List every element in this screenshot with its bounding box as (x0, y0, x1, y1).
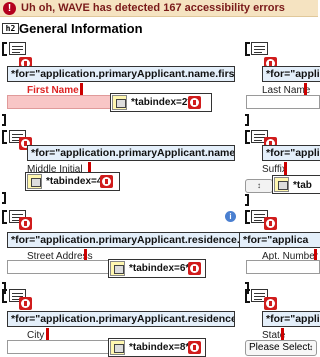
last-name-input[interactable] (246, 95, 320, 109)
keyboard-icon (110, 340, 125, 355)
structure-bracket-end (2, 114, 6, 126)
structure-bracket (2, 289, 7, 303)
structure-bracket (245, 42, 250, 56)
apt-number-input[interactable] (246, 260, 320, 274)
error-icon: ! (3, 2, 16, 15)
label-for-first-name: *for="application.primaryApplicant.name.… (7, 66, 235, 82)
wave-banner: ! Uh oh, WAVE has detected 167 accessibi… (0, 0, 318, 17)
label-for-last-name: *for="applica (262, 66, 320, 82)
structure-bracket (245, 289, 250, 303)
structure-bracket-end (2, 192, 6, 204)
keyboard-icon (112, 95, 127, 110)
structure-bracket-end (245, 194, 249, 206)
error-icon (264, 297, 277, 310)
first-name-input[interactable] (7, 95, 111, 109)
state-select[interactable]: Please Select ↕ (245, 340, 317, 356)
label-for-street-address: *for="application.primaryApplicant.resid… (7, 232, 240, 248)
structure-bracket-end (245, 114, 249, 126)
error-icon (19, 217, 32, 230)
state-select-value: Please Select (249, 342, 311, 353)
section-title: General Information (19, 21, 143, 36)
label-for-city: *for="application.primaryApplicant.resid… (7, 311, 235, 327)
label-for-apt-number: *for="applica (240, 232, 320, 248)
structure-bracket (245, 210, 250, 224)
structure-icon (9, 42, 26, 55)
label-for-suffix: *for="applica (262, 145, 320, 161)
keyboard-icon (27, 174, 42, 189)
tabindex-text: *tab (293, 180, 312, 191)
structure-bracket (245, 130, 250, 144)
label-marker (284, 162, 287, 175)
structure-bracket (2, 210, 7, 224)
label-for-state: *for="applica (262, 311, 320, 327)
structure-bracket (2, 130, 7, 144)
error-icon (188, 96, 201, 109)
tabindex-text: *tabindex=6* (129, 263, 190, 274)
tabindex-text: *tabindex=4* (46, 176, 107, 187)
h2-tag-icon: h2 (2, 23, 19, 34)
error-icon (188, 262, 201, 275)
tabindex-text: *tabindex=2* (131, 97, 192, 108)
suffix-select[interactable]: ↕ (245, 179, 273, 193)
select-arrows-icon: ↕ (309, 343, 313, 352)
error-icon (100, 175, 113, 188)
tabindex-text: *tabindex=8* (129, 342, 190, 353)
structure-icon (251, 42, 268, 55)
error-icon (264, 217, 277, 230)
keyboard-icon (110, 261, 125, 276)
structure-bracket (2, 42, 7, 56)
label-for-middle-initial: *for="application.primaryApplicant.name.… (27, 145, 235, 161)
error-icon (188, 341, 201, 354)
keyboard-icon (274, 177, 289, 192)
info-icon: i (225, 211, 236, 222)
error-icon (19, 297, 32, 310)
wave-banner-text: Uh oh, WAVE has detected 167 accessibili… (21, 2, 285, 14)
